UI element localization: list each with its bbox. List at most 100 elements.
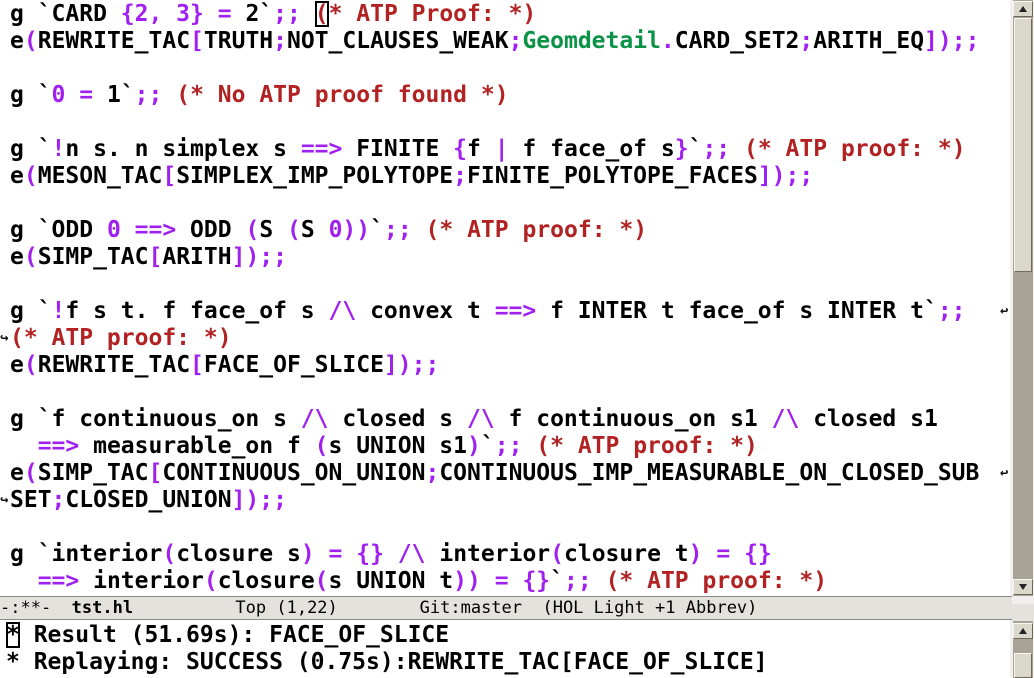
code-span: ==> bbox=[494, 298, 537, 324]
code-span: ` bbox=[688, 136, 703, 162]
code-span: ( bbox=[23, 28, 38, 54]
line-wrap-icon: ↩ bbox=[1000, 303, 1009, 319]
code-span: ! bbox=[51, 298, 66, 324]
code-span: g ` bbox=[10, 136, 52, 162]
code-line: g `0 = 1`;; (* No ATP proof found *) bbox=[10, 82, 1010, 109]
code-span: f INTER t face_of s INTER t` bbox=[536, 298, 938, 324]
code-span: ) bbox=[688, 541, 703, 567]
code-span: /\ bbox=[466, 406, 495, 432]
code-span: { bbox=[453, 136, 467, 162]
code-span: s UNION s1 bbox=[328, 433, 467, 459]
code-span: {} bbox=[522, 568, 551, 594]
code-span bbox=[412, 217, 426, 243]
code-span: e bbox=[10, 163, 24, 189]
code-span: ;; bbox=[134, 82, 163, 108]
code-span bbox=[384, 541, 398, 567]
code-span: ) bbox=[467, 433, 481, 459]
scroll-up-button[interactable] bbox=[1013, 1, 1033, 17]
output-buffer[interactable]: * Result (51.69s): FACE_OF_SLICE * Replay… bbox=[0, 620, 1010, 678]
code-span: )) bbox=[453, 568, 481, 594]
modeline-status: Top (1,22) Git:master (HOL Light +1 Abbr… bbox=[133, 598, 758, 618]
code-span: f face_of s bbox=[508, 136, 675, 162]
code-span: = bbox=[328, 541, 343, 567]
code-span: convex t bbox=[356, 298, 495, 324]
code-line: g `ODD 0 ==> ODD (S (S 0))`;; (* ATP pro… bbox=[10, 217, 1010, 244]
output-scrollbar[interactable] bbox=[1013, 621, 1033, 678]
code-span: = bbox=[494, 568, 509, 594]
code-span: 1` bbox=[93, 82, 135, 108]
code-span: ( bbox=[203, 568, 218, 594]
code-span: ;; bbox=[383, 217, 412, 243]
code-span: [ bbox=[190, 28, 204, 54]
output-scrollbar-thumb[interactable] bbox=[1014, 653, 1032, 678]
code-span bbox=[509, 568, 523, 594]
code-line: e(REWRITE_TAC[TRUTH;NOT_CLAUSES_WEAK;Geo… bbox=[10, 28, 1010, 55]
code-span: measurable_on f bbox=[79, 433, 315, 459]
code-span: {} bbox=[356, 541, 384, 567]
output-scroll-up-button[interactable] bbox=[1013, 623, 1033, 639]
code-span: ( bbox=[23, 352, 38, 378]
mode-line[interactable]: -:**- tst.hl Top (1,22) Git:master (HOL … bbox=[0, 596, 1012, 620]
scroll-down-button[interactable] bbox=[1013, 579, 1033, 595]
line-wrap-icon: ↩ bbox=[0, 330, 9, 346]
code-span: (* ATP proof: *) bbox=[425, 217, 648, 243]
code-span: ]);; bbox=[757, 163, 814, 189]
scrollbar-thumb[interactable] bbox=[1014, 18, 1032, 272]
code-span: [ bbox=[148, 460, 163, 486]
code-span bbox=[65, 82, 79, 108]
code-span: * Replaying: SUCCESS (0.75s):REWRITE_TAC… bbox=[6, 649, 768, 675]
code-span: ==> bbox=[37, 568, 80, 594]
main-scrollbar[interactable] bbox=[1013, 0, 1033, 596]
code-span: NOT_CLAUSES_WEAK bbox=[287, 28, 509, 54]
code-span bbox=[730, 136, 744, 162]
code-span: f s t. f face_of s bbox=[65, 298, 329, 324]
code-span: 0)) bbox=[328, 217, 371, 243]
code-span: e bbox=[10, 460, 24, 486]
code-span: ( bbox=[245, 217, 260, 243]
code-span: CARD_SET2 bbox=[674, 28, 800, 54]
code-line: SET;CLOSED_UNION]);; ↩ bbox=[0, 487, 1010, 514]
code-span: ! bbox=[51, 136, 66, 162]
code-line: e(SIMP_TAC[ARITH]);; bbox=[10, 244, 1010, 271]
code-span: REWRITE_TAC bbox=[37, 28, 191, 54]
code-span: = bbox=[79, 82, 94, 108]
code-span: ]);; bbox=[231, 244, 287, 270]
code-span: interior bbox=[425, 541, 551, 567]
arrow-up-icon bbox=[1019, 6, 1027, 12]
code-span bbox=[522, 433, 536, 459]
code-span: n s. n simplex s bbox=[65, 136, 301, 162]
code-span: S bbox=[259, 217, 288, 243]
code-span: ==> bbox=[300, 136, 343, 162]
code-span: ( bbox=[314, 568, 329, 594]
code-span: | bbox=[494, 136, 509, 162]
code-line: e(SIMP_TAC[CONTINUOUS_ON_UNION;CONTINUOU… bbox=[10, 460, 1010, 487]
code-line: e(MESON_TAC[SIMPLEX_IMP_POLYTOPE;FINITE_… bbox=[10, 163, 1010, 190]
code-span: (* ATP proof: *) bbox=[10, 325, 232, 351]
text-cursor: * bbox=[6, 622, 20, 648]
code-span: (* No ATP proof found *) bbox=[176, 82, 509, 108]
code-span: 0 bbox=[51, 82, 66, 108]
code-line: g `CARD {2, 3} = 2`;; (* ATP Proof: *) bbox=[10, 1, 1010, 28]
code-span bbox=[342, 541, 356, 567]
code-span: * ATP Proof: *) bbox=[328, 1, 537, 27]
code-span: ( bbox=[162, 541, 177, 567]
code-span: SET bbox=[10, 487, 52, 513]
code-span: ( bbox=[23, 244, 38, 270]
code-span: /\ bbox=[771, 406, 800, 432]
code-line: (* ATP proof: *) ↩ bbox=[0, 325, 1010, 352]
code-span bbox=[730, 541, 744, 567]
code-span: ARITH bbox=[162, 244, 232, 270]
code-span bbox=[301, 1, 315, 27]
main-buffer[interactable]: g `CARD {2, 3} = 2`;; (* ATP Proof: *) e(… bbox=[0, 0, 1010, 596]
code-span: ;; bbox=[564, 568, 592, 594]
line-wrap-icon: ↩ bbox=[0, 492, 9, 508]
code-span bbox=[592, 568, 606, 594]
code-span: ]);; bbox=[924, 28, 980, 54]
code-span: f continuous_on s1 bbox=[494, 406, 772, 432]
code-span: FINITE_POLYTOPE_FACES bbox=[467, 163, 758, 189]
code-span: ;; bbox=[273, 1, 301, 27]
emacs-frame: g `CARD {2, 3} = 2`;; (* ATP Proof: *) e(… bbox=[0, 0, 1034, 678]
